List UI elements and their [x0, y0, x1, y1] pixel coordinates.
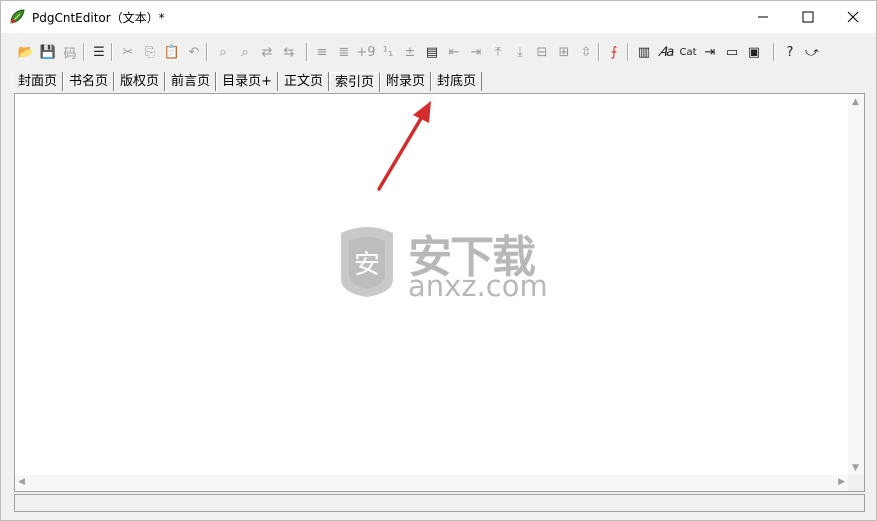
vertical-scrollbar[interactable]: ▲ ▼ — [848, 94, 864, 475]
scroll-left-icon[interactable]: ◀ — [18, 477, 25, 487]
pdf-icon[interactable]: ⨍ — [604, 42, 624, 62]
watermark-domain: anxz.com — [408, 269, 548, 303]
columns-icon[interactable]: ▥ — [634, 42, 654, 62]
help-icon[interactable]: ? — [780, 42, 800, 62]
link-icon[interactable]: ⇥ — [700, 42, 720, 62]
move-up-icon[interactable]: ⤒ — [488, 42, 508, 62]
expand-icon[interactable]: ⊞ — [554, 42, 574, 62]
scroll-corner — [848, 475, 864, 491]
app-leaf-icon — [8, 8, 26, 26]
tab-5[interactable]: 目录页+ — [216, 72, 278, 91]
tab-6[interactable]: 正文页 — [277, 72, 329, 91]
maximize-icon — [802, 11, 814, 23]
cut-icon[interactable]: ✂ — [118, 42, 138, 62]
watermark-logo: 安 安下载 anxz.com — [331, 219, 551, 303]
toolbar-separator — [206, 43, 208, 61]
scroll-down-icon[interactable]: ▼ — [852, 463, 859, 473]
minimize-button[interactable] — [740, 1, 786, 32]
tab-8[interactable]: 附录页 — [380, 72, 432, 91]
watermark-shield-text: 安 — [354, 250, 380, 280]
indent-decrease-icon[interactable]: ⇤ — [444, 42, 464, 62]
align-left-icon[interactable]: ≡ — [312, 42, 332, 62]
page-number-icon[interactable]: ¹₁ — [378, 42, 398, 62]
fit-icon[interactable]: ⇳ — [576, 42, 596, 62]
replace-icon[interactable]: ⇄ — [257, 42, 277, 62]
watermark-shield-icon: 安 — [341, 227, 393, 297]
title-bar[interactable]: PdgCntEditor（文本）* — [1, 1, 876, 33]
find-icon[interactable]: ⌕ — [213, 42, 233, 62]
close-icon — [847, 11, 859, 23]
tab-4[interactable]: 前言页 — [165, 72, 217, 91]
find-next-icon[interactable]: ⌕ — [235, 42, 255, 62]
pointer-help-icon[interactable]: ⤻ — [802, 42, 822, 62]
open-folder-icon[interactable]: 📂 — [16, 42, 36, 62]
annotation-arrow-icon — [377, 101, 431, 191]
replace-all-icon[interactable]: ⇆ — [279, 42, 299, 62]
scroll-right-icon[interactable]: ▶ — [838, 477, 845, 487]
tab-7[interactable]: 索引页 — [328, 72, 380, 92]
windows-icon[interactable]: ▭ — [722, 42, 742, 62]
catalog-icon[interactable]: Cat — [678, 42, 698, 62]
paste-icon[interactable]: 📋 — [162, 42, 182, 62]
tab-1[interactable]: 封面页 — [12, 72, 64, 91]
horizontal-scrollbar[interactable]: ◀ ▶ — [15, 475, 848, 491]
copy-icon[interactable]: ⎘ — [140, 42, 160, 62]
toolbar-separator — [83, 43, 85, 61]
page-tabs: 封面页 书名页 版权页 前言页 目录页+ 正文页 索引页 附录页 封底页 — [12, 72, 865, 92]
window-title: PdgCntEditor（文本）* — [32, 11, 165, 25]
page-offset-icon[interactable]: +9 — [356, 42, 376, 62]
toolbar: 📂 💾 码 ☰ ✂ ⎘ 📋 ↶ ⌕ ⌕ ⇄ ⇆ ≡ ≣ +9 ¹₁ ± ▤ ⇤ ⇥ ⤒ ⤓ ⊟ ⊞ ⇳ ⨍ ▥ 𝐴a Cat ⇥ ▭ ▣? ⤻ — [1, 39, 876, 67]
plus-minus-icon[interactable]: ± — [400, 42, 420, 62]
align-indent-icon[interactable]: ≣ — [334, 42, 354, 62]
collapse-icon[interactable]: ⊟ — [532, 42, 552, 62]
close-button[interactable] — [830, 1, 876, 32]
outline-icon[interactable]: ☰ — [89, 42, 109, 62]
save-icon[interactable]: 💾 — [38, 42, 58, 62]
toolbar-separator — [598, 43, 600, 61]
encoding-icon[interactable]: 码 — [60, 42, 80, 62]
tab-3[interactable]: 版权页 — [114, 72, 166, 91]
tab-2[interactable]: 书名页 — [63, 72, 115, 91]
document-icon[interactable]: ▤ — [422, 42, 442, 62]
maximize-button[interactable] — [785, 1, 831, 32]
scroll-up-icon[interactable]: ▲ — [852, 97, 859, 107]
minimize-icon — [758, 16, 768, 18]
app-window: PdgCntEditor（文本）* 📂 💾 码 ☰ ✂ ⎘ 📋 ↶ ⌕ ⌕ ⇄ ⇆ ≡ ≣ +9 ¹₁ ± ▤ ⇤ ⇥… — [0, 0, 877, 521]
indent-increase-icon[interactable]: ⇥ — [466, 42, 486, 62]
toolbar-separator — [627, 43, 629, 61]
font-icon[interactable]: 𝐴a — [656, 42, 676, 62]
toolbar-separator — [306, 43, 308, 61]
status-bar — [14, 494, 865, 512]
toolbar-separator — [773, 43, 775, 61]
undo-icon[interactable]: ↶ — [184, 42, 204, 62]
move-down-icon[interactable]: ⤓ — [510, 42, 530, 62]
preview-icon[interactable]: ▣ — [744, 42, 764, 62]
toolbar-separator — [111, 43, 113, 61]
tab-9[interactable]: 封底页 — [431, 72, 483, 91]
